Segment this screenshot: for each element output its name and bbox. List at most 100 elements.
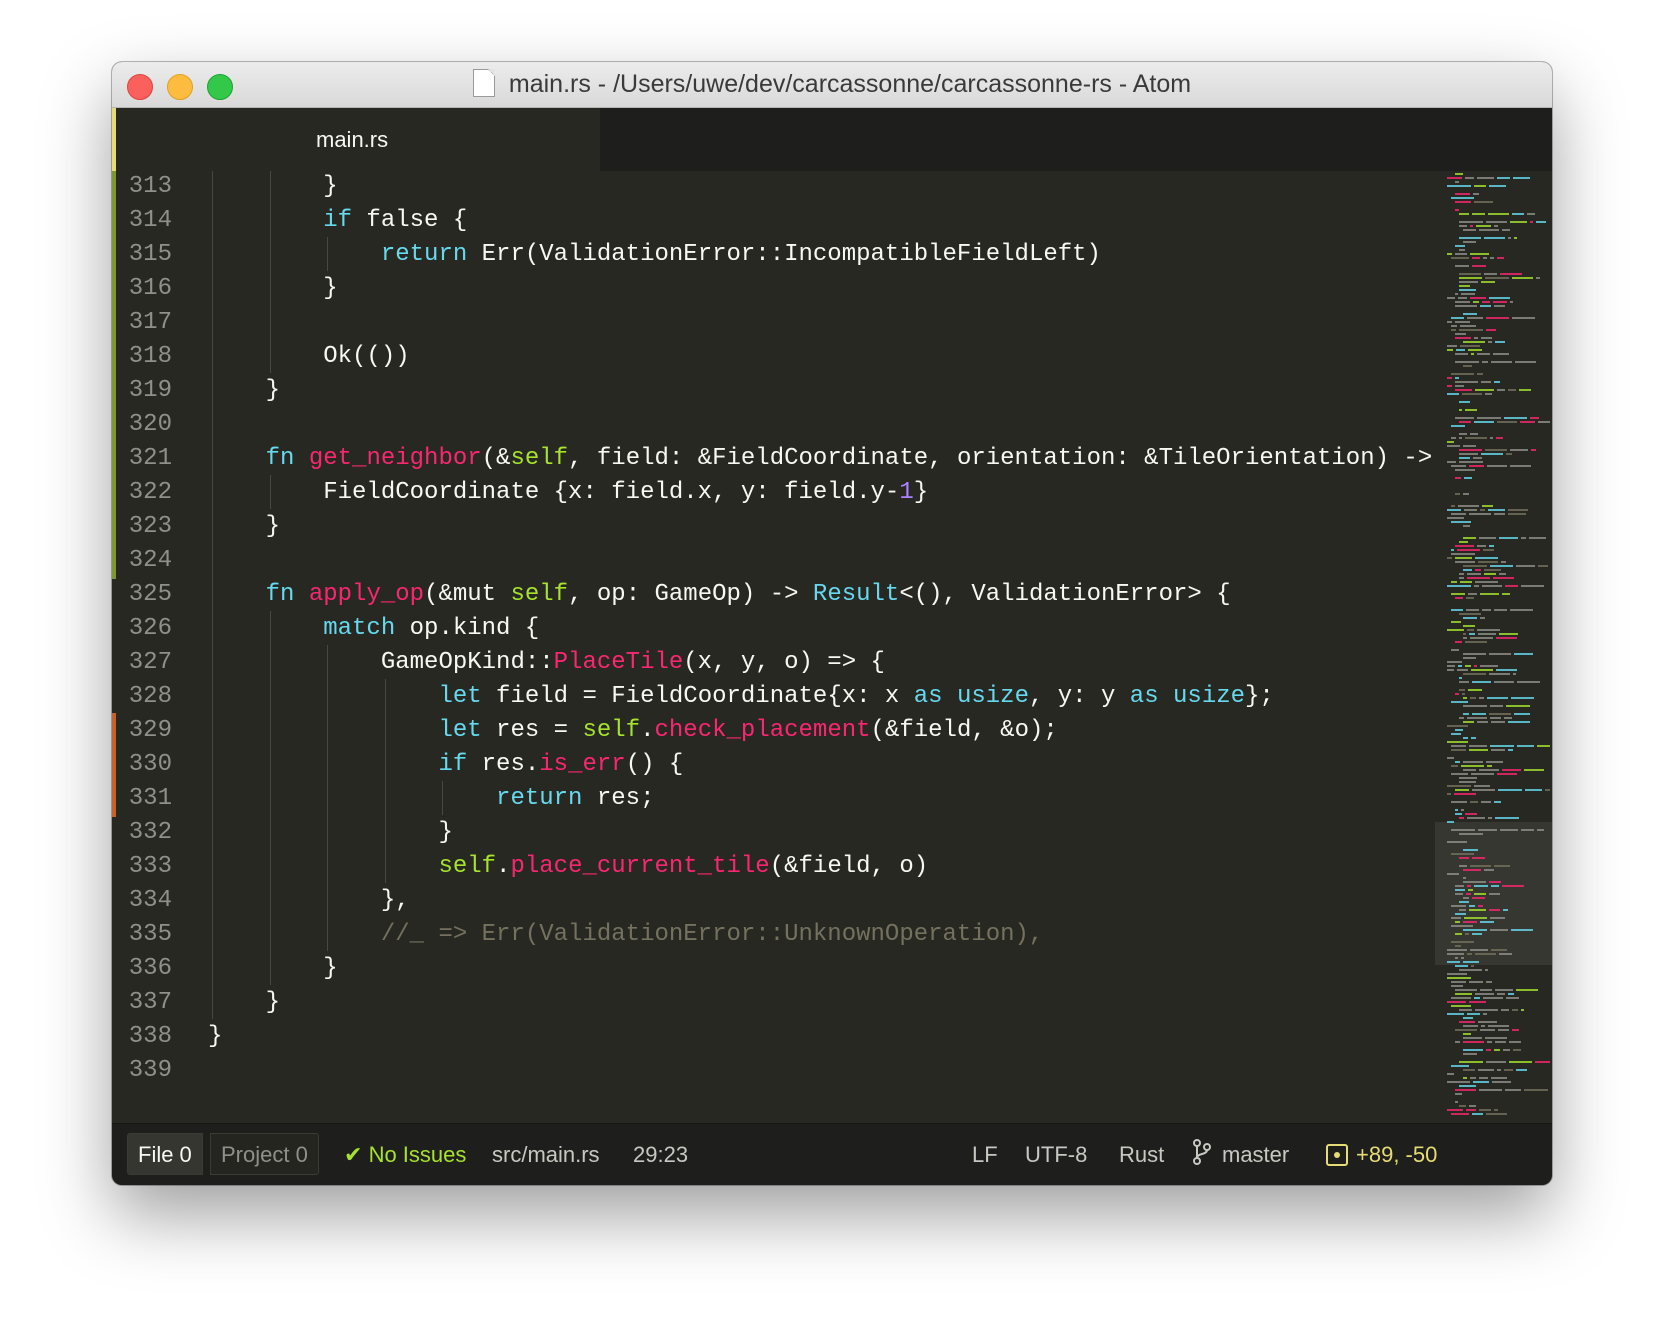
- code-line[interactable]: 333 self.place_current_tile(&field, o): [112, 849, 1435, 885]
- code-text[interactable]: }: [208, 985, 280, 1021]
- code-text[interactable]: FieldCoordinate {x: field.x, y: field.y-…: [208, 475, 928, 511]
- minimap-line: [1480, 617, 1485, 619]
- minimap-line: [1485, 449, 1507, 451]
- code-line[interactable]: 323 }: [112, 509, 1435, 545]
- file-path[interactable]: src/main.rs: [492, 1124, 600, 1185]
- line-number[interactable]: 315: [122, 237, 172, 273]
- code-text[interactable]: if res.is_err() {: [208, 747, 683, 783]
- code-text[interactable]: self.place_current_tile(&field, o): [208, 849, 928, 885]
- line-number[interactable]: 328: [122, 679, 172, 715]
- line-number[interactable]: 336: [122, 951, 172, 987]
- code-line[interactable]: 316 }: [112, 271, 1435, 307]
- code-line[interactable]: 335 //_ => Err(ValidationError::UnknownO…: [112, 917, 1435, 953]
- code-token: (&field, &o);: [870, 717, 1058, 744]
- line-number[interactable]: 316: [122, 271, 172, 307]
- minimap-line: [1458, 665, 1462, 667]
- code-text[interactable]: }: [208, 815, 452, 851]
- code-line[interactable]: 330 if res.is_err() {: [112, 747, 1435, 783]
- code-text[interactable]: let res = self.check_placement(&field, &…: [208, 713, 1058, 749]
- grammar-selector[interactable]: Rust: [1119, 1124, 1164, 1185]
- code-text[interactable]: return Err(ValidationError::Incompatible…: [208, 237, 1101, 273]
- minimap-line: [1467, 577, 1490, 579]
- code-line[interactable]: 328 let field = FieldCoordinate{x: x as …: [112, 679, 1435, 715]
- code-text[interactable]: }: [208, 373, 280, 409]
- code-text[interactable]: fn get_neighbor(&self, field: &FieldCoor…: [208, 441, 1435, 477]
- code-line[interactable]: 320: [112, 407, 1435, 443]
- code-line[interactable]: 321 fn get_neighbor(&self, field: &Field…: [112, 441, 1435, 477]
- line-number[interactable]: 321: [122, 441, 172, 477]
- line-number[interactable]: 333: [122, 849, 172, 885]
- code-text[interactable]: fn apply_op(&mut self, op: GameOp) -> Re…: [208, 577, 1231, 613]
- line-number[interactable]: 320: [122, 407, 172, 443]
- line-ending-selector[interactable]: LF: [972, 1124, 998, 1185]
- minimap-line: [1472, 681, 1491, 683]
- minimap-line: [1508, 509, 1528, 511]
- code-line[interactable]: 325 fn apply_op(&mut self, op: GameOp) -…: [112, 577, 1435, 613]
- code-text[interactable]: Ok(()): [208, 339, 409, 375]
- code-line[interactable]: 331 return res;: [112, 781, 1435, 817]
- code-line[interactable]: 315 return Err(ValidationError::Incompat…: [112, 237, 1435, 273]
- linter-file-count[interactable]: File 0: [127, 1133, 203, 1175]
- code-text[interactable]: }: [208, 271, 337, 307]
- code-line[interactable]: 332 }: [112, 815, 1435, 851]
- code-text[interactable]: }: [208, 171, 337, 205]
- line-number[interactable]: 329: [122, 713, 172, 749]
- code-text[interactable]: }: [208, 1019, 222, 1055]
- code-line[interactable]: 337 }: [112, 985, 1435, 1021]
- editor-pane[interactable]: 313 } 314 if false {315 return Err(Valida…: [112, 171, 1552, 1123]
- code-text[interactable]: },: [208, 883, 410, 919]
- code-text[interactable]: //_ => Err(ValidationError::UnknownOpera…: [208, 917, 1044, 953]
- code-text[interactable]: return res;: [208, 781, 654, 817]
- code-area[interactable]: 313 } 314 if false {315 return Err(Valida…: [112, 171, 1435, 1123]
- code-line[interactable]: 338}: [112, 1019, 1435, 1055]
- code-line[interactable]: 322 FieldCoordinate {x: field.x, y: fiel…: [112, 475, 1435, 511]
- linter-status[interactable]: ✔ No Issues: [344, 1124, 466, 1185]
- line-number[interactable]: 330: [122, 747, 172, 783]
- code-line[interactable]: 317: [112, 305, 1435, 341]
- code-text[interactable]: GameOpKind::PlaceTile(x, y, o) => {: [208, 645, 885, 681]
- code-text[interactable]: }: [208, 951, 337, 987]
- line-number[interactable]: 325: [122, 577, 172, 613]
- code-line[interactable]: 336 }: [112, 951, 1435, 987]
- code-line[interactable]: 324: [112, 543, 1435, 579]
- line-number[interactable]: 327: [122, 645, 172, 681]
- code-line[interactable]: 329 let res = self.check_placement(&fiel…: [112, 713, 1435, 749]
- code-text[interactable]: if false {: [208, 203, 467, 239]
- git-branch[interactable]: master: [1192, 1124, 1289, 1185]
- code-line[interactable]: 326 match op.kind {: [112, 611, 1435, 647]
- code-line[interactable]: 339: [112, 1053, 1435, 1089]
- cursor-position[interactable]: 29:23: [633, 1124, 688, 1185]
- minimap-line: [1477, 721, 1488, 723]
- line-number[interactable]: 331: [122, 781, 172, 817]
- line-number[interactable]: 324: [122, 543, 172, 579]
- line-number[interactable]: 318: [122, 339, 172, 375]
- code-line[interactable]: 313 }: [112, 171, 1435, 205]
- line-number[interactable]: 313: [122, 171, 172, 205]
- line-number[interactable]: 335: [122, 917, 172, 953]
- code-line[interactable]: 327 GameOpKind::PlaceTile(x, y, o) => {: [112, 645, 1435, 681]
- line-number[interactable]: 323: [122, 509, 172, 545]
- line-number[interactable]: 326: [122, 611, 172, 647]
- code-line[interactable]: 318 Ok(()): [112, 339, 1435, 375]
- encoding-selector[interactable]: UTF-8: [1025, 1124, 1087, 1185]
- line-number[interactable]: 338: [122, 1019, 172, 1055]
- line-number[interactable]: 337: [122, 985, 172, 1021]
- linter-project-count[interactable]: Project 0: [210, 1133, 319, 1175]
- line-number[interactable]: 332: [122, 815, 172, 851]
- code-text[interactable]: }: [208, 509, 280, 545]
- code-text[interactable]: match op.kind {: [208, 611, 539, 647]
- code-line[interactable]: 334 },: [112, 883, 1435, 919]
- line-number[interactable]: 314: [122, 203, 172, 239]
- code-text[interactable]: let field = FieldCoordinate{x: x as usiz…: [208, 679, 1273, 715]
- minimap-line: [1447, 1081, 1470, 1083]
- line-number[interactable]: 322: [122, 475, 172, 511]
- line-number[interactable]: 339: [122, 1053, 172, 1089]
- line-number[interactable]: 319: [122, 373, 172, 409]
- line-number[interactable]: 334: [122, 883, 172, 919]
- line-number[interactable]: 317: [122, 305, 172, 341]
- minimap[interactable]: [1435, 171, 1552, 1123]
- tab-main-rs[interactable]: main.rs: [112, 108, 600, 171]
- git-changes[interactable]: +89, -50: [1326, 1124, 1437, 1185]
- code-line[interactable]: 314 if false {: [112, 203, 1435, 239]
- code-line[interactable]: 319 }: [112, 373, 1435, 409]
